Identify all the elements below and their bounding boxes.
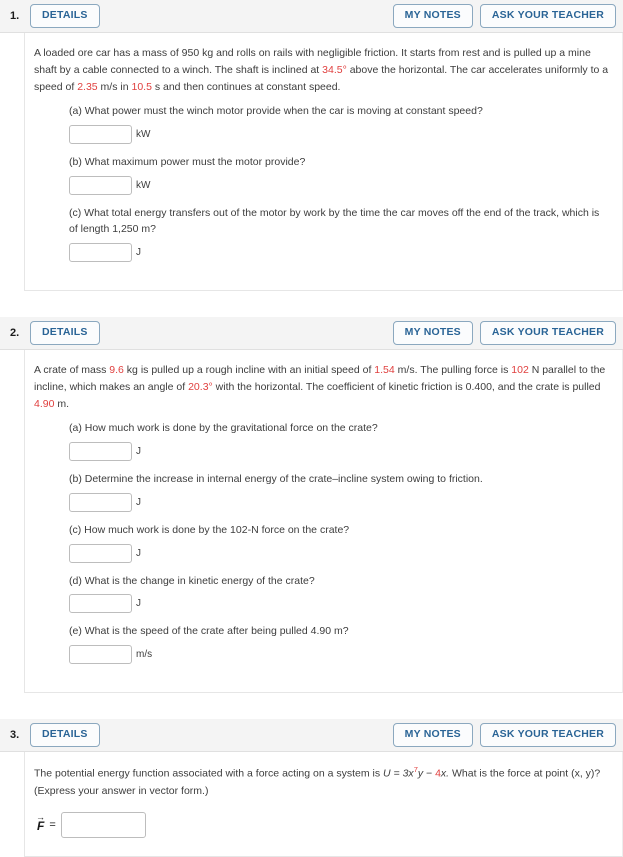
stem-value: 9.6 xyxy=(109,364,124,377)
ask-your-teacher-button-3[interactable]: ASK YOUR TEACHER xyxy=(479,723,616,747)
problem-separator-1 xyxy=(0,291,623,318)
formula-eq: = 3x xyxy=(390,767,414,780)
force-vector-answer-input[interactable] xyxy=(60,811,146,838)
part-b-question: (b) Determine the increase in internal e… xyxy=(69,472,483,485)
part-b-unit: kW xyxy=(136,179,151,191)
equals-sign: = xyxy=(49,818,56,831)
problem-2-number: 2. xyxy=(10,327,20,340)
problem-3-header-actions: MY NOTES ASK YOUR TEACHER xyxy=(392,723,616,747)
problem-1-body: A loaded ore car has a mass of 950 kg an… xyxy=(24,33,623,292)
stem-text: with the horizontal. The coefficient of … xyxy=(212,381,601,394)
stem-text: kg is pulled up a rough incline with an … xyxy=(123,364,375,377)
problem-2-stem: A crate of mass 9.6 kg is pulled up a ro… xyxy=(34,362,610,413)
details-button-1[interactable]: DETAILS xyxy=(30,4,100,28)
problem-separator-2 xyxy=(0,693,623,720)
stem-text: The potential energy function associated… xyxy=(34,767,384,780)
part-a-answer-row: kW xyxy=(69,124,610,144)
problem-3-body: The potential energy function associated… xyxy=(24,752,623,857)
stem-text: A crate of mass xyxy=(34,364,110,377)
problem-3-number: 3. xyxy=(10,729,20,742)
problem-2-header-actions: MY NOTES ASK YOUR TEACHER xyxy=(392,321,616,345)
my-notes-button-3[interactable]: MY NOTES xyxy=(392,723,473,747)
force-vector-label: → F xyxy=(36,812,45,833)
part-c-answer-input[interactable] xyxy=(69,543,132,563)
formula-lhs: U xyxy=(383,767,391,780)
part-d-unit: J xyxy=(136,598,141,610)
formula-tail: x. xyxy=(440,767,450,780)
problem-1-part-b: (b) What maximum power must the motor pr… xyxy=(34,154,610,195)
part-e-unit: m/s xyxy=(136,649,153,661)
stem-text: m/s in xyxy=(97,81,132,93)
ask-your-teacher-button-1[interactable]: ASK YOUR TEACHER xyxy=(479,4,616,28)
part-a-answer-input[interactable] xyxy=(69,124,132,144)
part-a-answer-input[interactable] xyxy=(69,441,132,461)
problem-1-stem: A loaded ore car has a mass of 950 kg an… xyxy=(34,45,610,96)
part-c-unit: J xyxy=(136,547,141,559)
part-d-question: (d) What is the change in kinetic energy… xyxy=(69,574,315,587)
stem-value: 20.3° xyxy=(188,381,213,394)
part-c-answer-row: J xyxy=(69,543,610,563)
part-b-answer-input[interactable] xyxy=(69,492,132,512)
part-e-answer-input[interactable] xyxy=(69,645,132,665)
problem-2-header: 2. DETAILS MY NOTES ASK YOUR TEACHER xyxy=(0,317,623,351)
part-d-answer-input[interactable] xyxy=(69,594,132,614)
part-c-answer-row: J xyxy=(69,243,610,263)
problem-2-part-e: (e) What is the speed of the crate after… xyxy=(34,623,610,665)
problem-1: 1. DETAILS MY NOTES ASK YOUR TEACHER A l… xyxy=(0,0,623,292)
details-button-3[interactable]: DETAILS xyxy=(30,723,100,747)
stem-text: m/s. The pulling force is xyxy=(394,364,512,377)
part-b-answer-row: J xyxy=(69,492,610,512)
part-a-answer-row: J xyxy=(69,441,610,461)
stem-value: 10.5 xyxy=(131,81,152,93)
part-b-question: (b) What maximum power must the motor pr… xyxy=(69,155,306,168)
problem-1-part-a: (a) What power must the winch motor prov… xyxy=(34,103,610,144)
my-notes-button-2[interactable]: MY NOTES xyxy=(392,321,473,345)
problem-2-body: A crate of mass 9.6 kg is pulled up a ro… xyxy=(24,350,623,694)
problem-3-stem: The potential energy function associated… xyxy=(34,764,610,800)
problem-1-part-c: (c) What total energy transfers out of t… xyxy=(34,205,610,263)
vector-arrow-icon: → xyxy=(36,812,45,823)
stem-text: s and then continues at constant speed. xyxy=(151,81,341,93)
problem-2-part-a: (a) How much work is done by the gravita… xyxy=(34,420,610,461)
part-e-question: (e) What is the speed of the crate after… xyxy=(69,625,349,638)
problem-3-vector-answer-row: → F = xyxy=(34,811,610,838)
problem-1-header: 1. DETAILS MY NOTES ASK YOUR TEACHER xyxy=(0,0,623,33)
part-a-unit: kW xyxy=(136,128,151,140)
problem-1-header-actions: MY NOTES ASK YOUR TEACHER xyxy=(392,4,616,28)
part-a-question: (a) What power must the winch motor prov… xyxy=(69,105,483,117)
part-a-unit: J xyxy=(136,445,141,457)
part-c-answer-input[interactable] xyxy=(69,243,132,263)
stem-value: 2.35 xyxy=(77,81,98,93)
part-c-question: (c) What total energy transfers out of t… xyxy=(69,206,600,236)
part-a-question: (a) How much work is done by the gravita… xyxy=(69,422,378,435)
stem-value: 34.5° xyxy=(322,64,347,76)
part-e-answer-row: m/s xyxy=(69,645,610,665)
part-d-answer-row: J xyxy=(69,594,610,614)
problem-2-part-b: (b) Determine the increase in internal e… xyxy=(34,471,610,512)
details-button-2[interactable]: DETAILS xyxy=(30,321,100,345)
problem-1-number: 1. xyxy=(10,10,20,22)
ask-your-teacher-button-2[interactable]: ASK YOUR TEACHER xyxy=(479,321,616,345)
part-c-unit: J xyxy=(136,247,141,259)
part-b-answer-input[interactable] xyxy=(69,175,132,195)
stem-value: 4.90 xyxy=(34,398,55,411)
stem-value: 102 xyxy=(511,364,529,377)
part-b-answer-row: kW xyxy=(69,175,610,195)
my-notes-button-1[interactable]: MY NOTES xyxy=(392,4,473,28)
part-c-question: (c) How much work is done by the 102-N f… xyxy=(69,523,350,536)
problem-3: 3. DETAILS MY NOTES ASK YOUR TEACHER The… xyxy=(0,719,623,857)
problem-2: 2. DETAILS MY NOTES ASK YOUR TEACHER A c… xyxy=(0,317,623,694)
problem-2-part-c: (c) How much work is done by the 102-N f… xyxy=(34,522,610,563)
part-b-unit: J xyxy=(136,496,141,508)
stem-value: 1.54 xyxy=(374,364,395,377)
stem-text: m. xyxy=(54,398,70,411)
problem-3-header: 3. DETAILS MY NOTES ASK YOUR TEACHER xyxy=(0,719,623,753)
problem-2-part-d: (d) What is the change in kinetic energy… xyxy=(34,573,610,614)
formula-mid: y − xyxy=(417,767,436,780)
